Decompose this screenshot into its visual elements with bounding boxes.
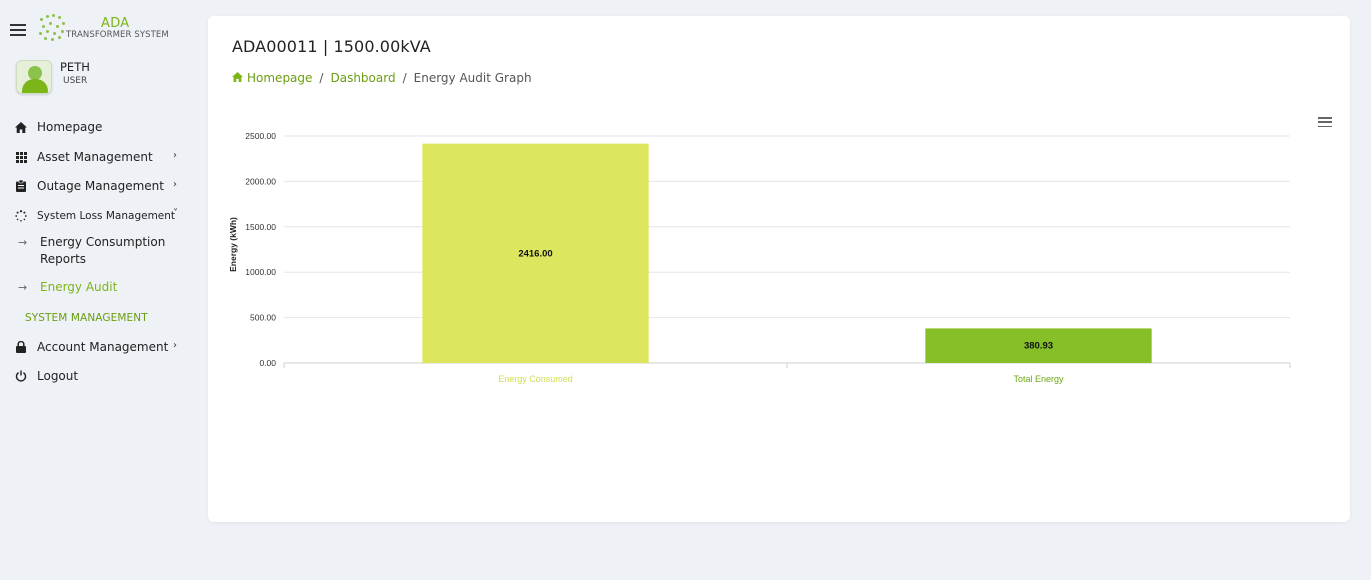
sidebar-item-homepage[interactable]: Homepage: [15, 120, 102, 134]
chevron-right-icon: ›: [173, 150, 177, 161]
chevron-right-icon: ›: [173, 340, 177, 351]
data-label: 380.93: [1024, 341, 1053, 352]
home-icon: [15, 121, 27, 133]
loader-icon: [15, 210, 27, 222]
x-tick-label: Energy Consumed: [498, 374, 573, 384]
power-icon: [15, 370, 27, 382]
sidebar-item-label: Account Management: [37, 340, 169, 354]
sidebar: ADA TRANSFORMER SYSTEM PETH USER Homepag…: [0, 0, 200, 580]
x-tick-label: Total Energy: [1013, 374, 1064, 384]
sidebar-item-label: Asset Management: [37, 150, 153, 164]
data-label: 2416.00: [518, 248, 552, 259]
chart-menu-icon[interactable]: [1318, 117, 1332, 127]
sidebar-item-label: Outage Management: [37, 179, 164, 193]
home-icon: [232, 71, 243, 85]
arrow-right-icon: →: [18, 236, 28, 249]
energy-audit-chart: 0.00 500.00 1000.00 1500.00 2000.00 2500.00 En…: [228, 131, 1291, 384]
sidebar-item-label: Homepage: [37, 120, 103, 134]
logo-title: ADA: [101, 15, 130, 31]
arrow-right-icon: →: [18, 281, 28, 294]
breadcrumb-separator: /: [319, 71, 324, 85]
breadcrumb-dashboard[interactable]: Dashboard: [330, 71, 395, 85]
app-logo[interactable]: ADA TRANSFORMER SYSTEM: [38, 14, 169, 42]
logo-dots-icon: [38, 14, 66, 42]
breadcrumb-separator: /: [402, 71, 407, 85]
breadcrumb-current: Energy Audit Graph: [413, 71, 532, 85]
sidebar-item-asset-management[interactable]: Asset Management: [15, 150, 153, 164]
sidebar-item-account-management[interactable]: Account Management: [15, 340, 168, 354]
chevron-down-icon: ˅: [173, 208, 178, 219]
y-axis-label: Energy (kWh): [228, 217, 238, 272]
section-title-system-management: SYSTEM MANAGEMENT: [25, 312, 148, 324]
y-tick-label: 1500.00: [245, 222, 276, 232]
user-panel: PETH USER: [16, 60, 90, 94]
lock-icon: [15, 341, 27, 353]
y-tick-label: 500.00: [250, 313, 276, 323]
sidebar-header: ADA TRANSFORMER SYSTEM: [10, 14, 169, 42]
y-tick-label: 2500.00: [245, 131, 276, 141]
sidebar-item-system-loss-management[interactable]: System Loss Management: [15, 210, 175, 222]
page-title: ADA00011 | 1500.00kVA: [232, 37, 431, 56]
y-tick-label: 2000.00: [245, 176, 276, 186]
sidebar-subitem-energy-consumption-reports[interactable]: → Energy Consumption Reports: [18, 234, 170, 268]
y-tick-label: 0.00: [259, 358, 276, 368]
sidebar-item-outage-management[interactable]: Outage Management: [15, 179, 164, 193]
logo-subtitle: TRANSFORMER SYSTEM: [66, 29, 169, 40]
main-card: ADA00011 | 1500.00kVA Homepage / Dashboa…: [208, 16, 1350, 522]
user-role: USER: [63, 76, 88, 86]
breadcrumb-home[interactable]: Homepage: [232, 71, 312, 85]
chevron-right-icon: ›: [173, 179, 177, 190]
hamburger-menu-icon[interactable]: [10, 24, 26, 36]
breadcrumb-home-label: Homepage: [247, 71, 313, 85]
clipboard-icon: [15, 180, 27, 192]
y-tick-label: 1000.00: [245, 267, 276, 277]
sidebar-item-label: System Loss Management: [37, 210, 176, 222]
sidebar-subitem-label: Energy Consumption Reports: [40, 235, 166, 266]
avatar[interactable]: [16, 60, 52, 94]
breadcrumb: Homepage / Dashboard / Energy Audit Grap…: [232, 71, 532, 85]
grid-icon: [15, 151, 27, 163]
user-name: PETH: [60, 60, 90, 74]
sidebar-subitem-energy-audit[interactable]: → Energy Audit: [18, 279, 117, 296]
sidebar-subitem-label: Energy Audit: [40, 280, 118, 294]
sidebar-item-label: Logout: [37, 369, 79, 383]
sidebar-item-logout[interactable]: Logout: [15, 369, 78, 383]
